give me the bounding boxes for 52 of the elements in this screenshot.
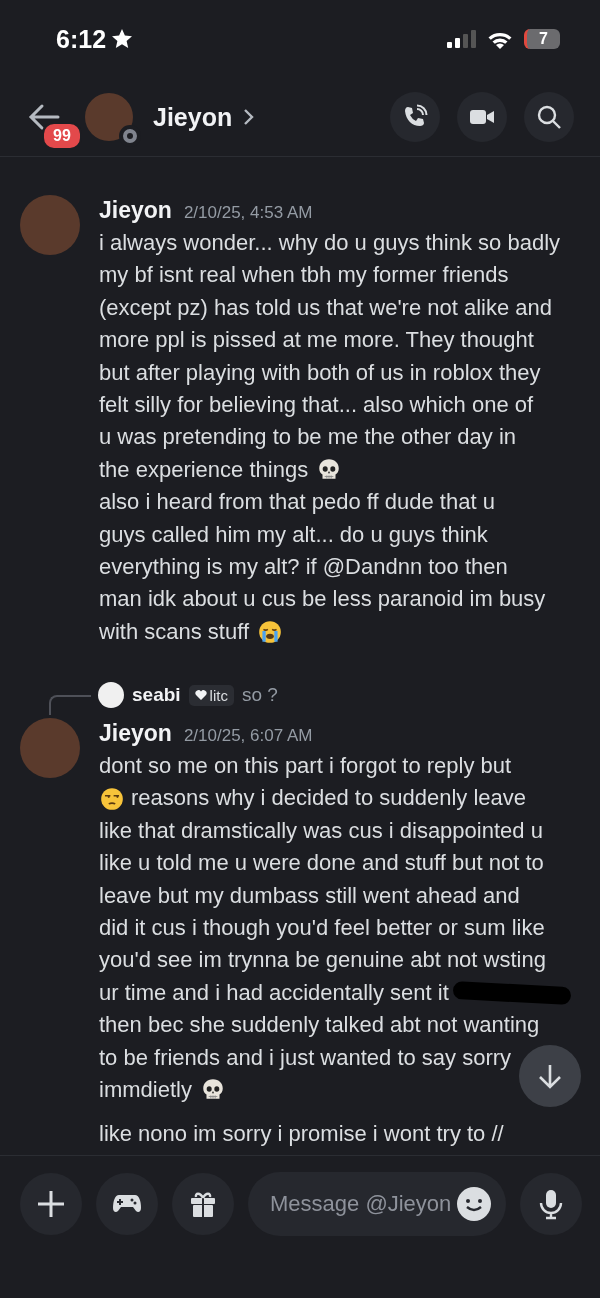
reply-connector [49,695,91,716]
contact-name[interactable]: Jieyon [153,102,233,132]
reply-author[interactable]: seabi [132,684,181,707]
message-text: (except pz) has told us that we're not alike and [99,293,552,322]
message-text: ur time and i had accidentally sent it [99,978,449,1007]
message-text: like that dramstically was cus i disappointed u [99,816,543,845]
message-field[interactable]: Message @Jieyon [248,1172,506,1236]
battery-level: 7 [524,29,560,49]
search-button[interactable] [524,92,574,142]
search-icon [536,104,562,130]
message-text: immdietly [99,1076,192,1104]
down-arrow-icon [536,1062,564,1090]
message-text: then bec she suddenly talked abt not wanting [99,1011,540,1040]
message-input-field[interactable]: Message @Jieyon [270,1172,456,1236]
message-text: also i heard from that pedo ff dude that u [99,488,495,517]
avatar[interactable] [98,682,124,709]
unamused-face-emoji [99,785,125,812]
message-text: you'd see im trynna be genuine abt not wsting [99,946,546,975]
video-call-button[interactable] [457,92,507,142]
author-name[interactable]: Jieyon [99,197,172,224]
heart-icon [194,689,207,702]
message-text: but after playing with both of us in roblox they [99,358,541,387]
unread-badge: 99 [42,122,82,150]
timestamp: 2/10/25, 6:07 AM [183,726,313,747]
signal-icon [446,29,476,49]
message-text: leave but my dumbass still went ahead and [99,881,520,910]
message-text: my bf isnt real when tbh my former friends [99,261,509,290]
message-text: guys called him my alt... do u guys think [99,520,488,549]
timestamp: 2/10/25, 4:53 AM [183,203,313,223]
message-text: reasons why i decided to suddenly leave [131,784,527,813]
crying-face-emoji [257,618,283,645]
clock: 6:12 [56,24,107,54]
message-text: like u told me u were done and stuff but not to [99,849,544,878]
author-name[interactable]: Jieyon [99,720,172,748]
message-text: more ppl is pissed at me more. They thought [99,326,534,355]
message-text: did it cus i though you'd feel better or sum like [99,914,545,943]
reply-text[interactable]: so ? [241,684,278,707]
message-text: dont so me on this part i forgot to reply but [99,752,512,781]
message-text: with scans stuff [99,617,249,646]
message-text: i always wonder... why do u guys think so badly [99,229,561,257]
message-text: like nono im sorry i promise i wont try to // [99,1120,504,1149]
plus-icon [35,1188,67,1220]
message-text: everything is my alt? if @Dandnn too then [99,552,508,581]
message-text: u was pretending to be me the other day in [99,423,517,452]
message-text: to be friends and i just wanted to say sorry [99,1043,512,1072]
back-arrow-icon[interactable] [28,103,60,131]
emoji-picker-icon[interactable] [456,1186,492,1222]
message-text: man idk about u cus be less paranoid im busy [99,585,546,614]
voice-call-button[interactable] [390,92,440,142]
message-text: the experience things [99,455,309,484]
message-text: felt silly for believing that... also which one of [99,390,534,419]
user-tag: litc [188,684,234,706]
